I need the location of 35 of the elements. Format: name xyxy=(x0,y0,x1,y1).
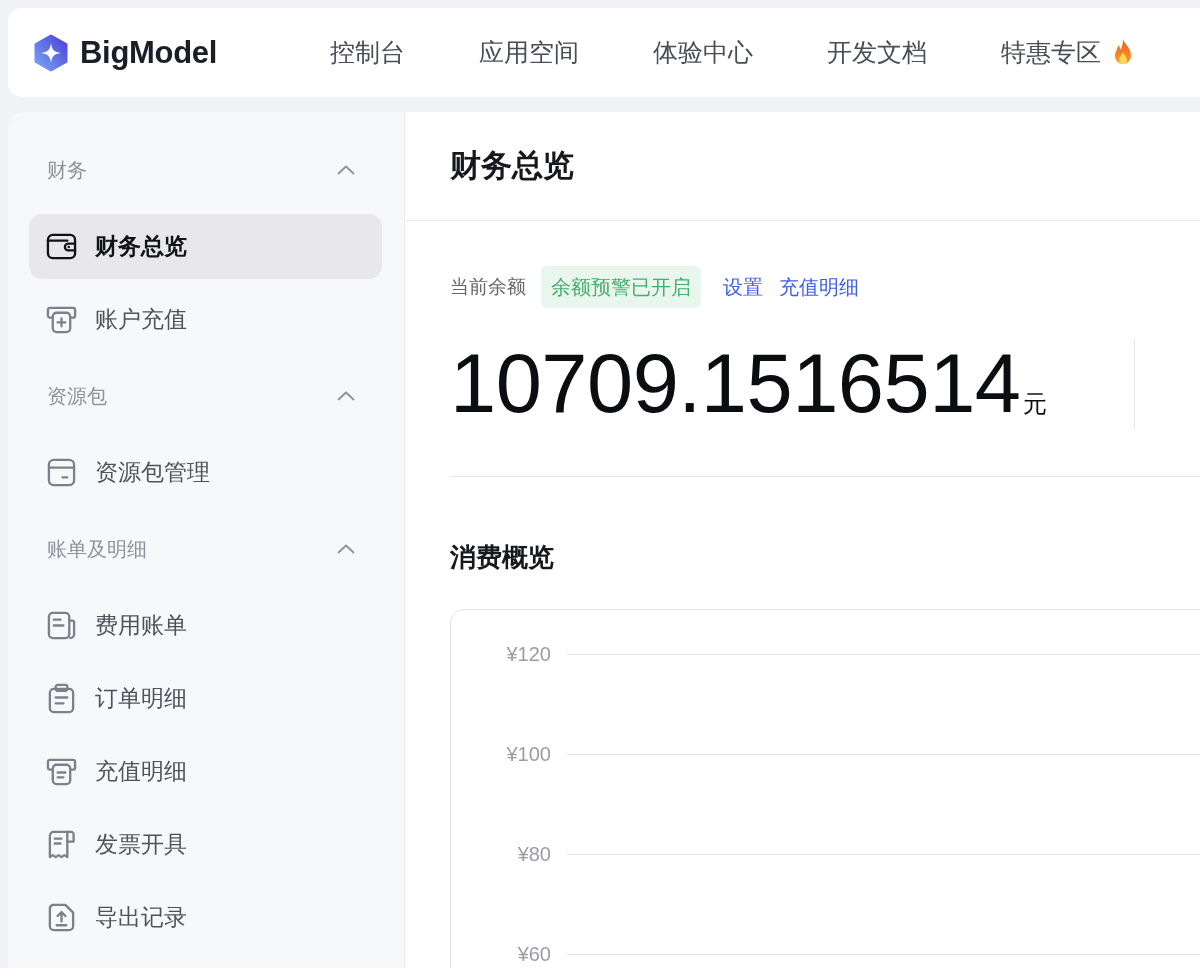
status-badge: 余额预警已开启 xyxy=(541,266,701,308)
box-icon xyxy=(46,457,77,488)
sidebar-item[interactable]: 费用账单 xyxy=(29,593,382,658)
logo-icon xyxy=(33,33,69,72)
clipboard-icon xyxy=(46,683,77,714)
nav-link[interactable]: 体验中心 xyxy=(653,36,754,69)
sidebar-item[interactable]: 发票开具 xyxy=(29,812,382,877)
wallet-icon xyxy=(46,231,77,262)
sidebar-item[interactable]: 导出记录 xyxy=(29,885,382,950)
sidebar-item[interactable]: 资源包管理 xyxy=(29,440,382,505)
text-link[interactable]: 充值明细 xyxy=(779,273,859,301)
axis-label: ¥100 xyxy=(505,742,551,766)
axis-label: ¥60 xyxy=(516,942,551,966)
sidebar-item[interactable]: 账户充值 xyxy=(29,287,382,352)
section-title: 消费概览 xyxy=(450,541,555,574)
balance-label: 当前余额 xyxy=(450,275,526,299)
tray-list-icon xyxy=(46,756,77,787)
axis-label: ¥80 xyxy=(516,842,551,866)
text-link[interactable]: 设置 xyxy=(723,273,763,301)
sidebar-item[interactable]: 充值明细 xyxy=(29,739,382,804)
nav-link[interactable]: 特惠专区 xyxy=(1001,36,1135,69)
balance-amount: 10709.1516514 xyxy=(450,336,1021,432)
document-icon xyxy=(46,610,77,641)
brand-name: BigModel xyxy=(80,34,218,71)
nav-link[interactable]: 应用空间 xyxy=(479,36,580,69)
sidebar-item[interactable]: 订单明细 xyxy=(29,666,382,731)
receipt-icon xyxy=(46,829,77,860)
upload-icon xyxy=(46,902,77,933)
axis-label: ¥120 xyxy=(505,642,551,666)
nav-link[interactable]: 开发文档 xyxy=(827,36,928,69)
tray-plus-icon xyxy=(46,304,77,335)
sidebar-item[interactable]: 财务总览 xyxy=(29,214,382,279)
nav-link[interactable]: 控制台 xyxy=(330,36,406,69)
currency-unit: 元 xyxy=(1022,389,1047,419)
page-title: 财务总览 xyxy=(450,147,574,185)
